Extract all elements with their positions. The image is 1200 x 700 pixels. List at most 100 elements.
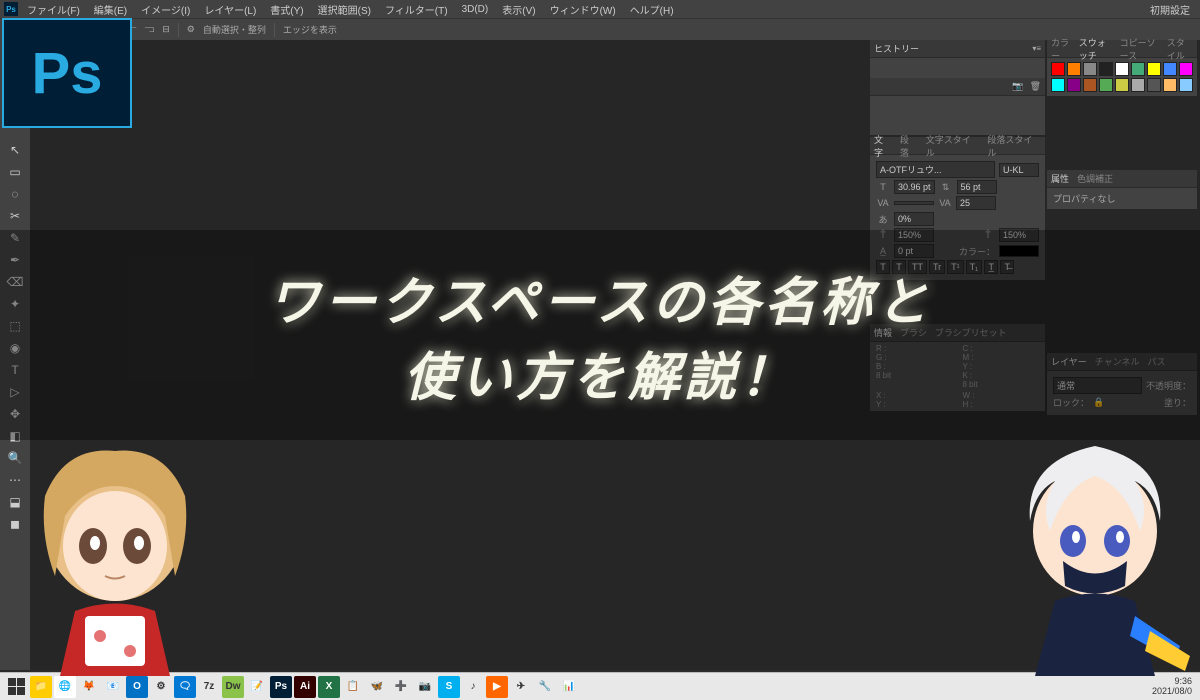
menu-view[interactable]: 表示(V): [497, 2, 540, 17]
menu-file[interactable]: ファイル(F): [22, 2, 85, 17]
menu-type[interactable]: 書式(Y): [265, 2, 308, 17]
camera-icon[interactable]: 📷: [1012, 81, 1023, 92]
tab-character[interactable]: 文字: [874, 133, 892, 159]
opt-edge[interactable]: エッジを表示: [283, 23, 337, 36]
menu-filter[interactable]: フィルター(T): [380, 2, 453, 17]
gear-icon[interactable]: ⚙: [187, 24, 195, 35]
swatch[interactable]: [1115, 78, 1129, 92]
swatch[interactable]: [1147, 62, 1161, 76]
swatch[interactable]: [1179, 62, 1193, 76]
swatch[interactable]: [1179, 78, 1193, 92]
menu-image[interactable]: イメージ(I): [136, 2, 195, 17]
swatch[interactable]: [1163, 62, 1177, 76]
swatch[interactable]: [1131, 78, 1145, 92]
tool-1[interactable]: ▭: [4, 162, 26, 182]
font-size-input[interactable]: 30.96 pt: [894, 180, 935, 194]
taskbar-icon-8[interactable]: Dw: [222, 676, 244, 698]
tool-2[interactable]: ◌: [4, 184, 26, 204]
menu-window[interactable]: ウィンドウ(W): [545, 2, 621, 17]
swatch[interactable]: [1067, 62, 1081, 76]
tracking-input[interactable]: 25: [956, 196, 996, 210]
font-family-select[interactable]: A-OTFリュウ...: [876, 161, 995, 178]
tool-3[interactable]: ✂: [4, 206, 26, 226]
tab-copysrc[interactable]: コピーソース: [1120, 36, 1159, 62]
swatch[interactable]: [1131, 62, 1145, 76]
taskbar-icon-18[interactable]: ♪: [462, 676, 484, 698]
taskbar-icon-12[interactable]: X: [318, 676, 340, 698]
ps-logo-overlay: Ps: [2, 18, 132, 128]
tab-attributes[interactable]: 属性: [1051, 172, 1069, 185]
start-button[interactable]: [4, 676, 28, 698]
swatch[interactable]: [1115, 62, 1129, 76]
taskbar-icon-3[interactable]: 📧: [102, 676, 124, 698]
trash-icon[interactable]: 🗑: [1030, 81, 1041, 92]
tab-charstyle[interactable]: 文字スタイル: [926, 133, 980, 159]
tool-0[interactable]: ↖: [4, 140, 26, 160]
swatch[interactable]: [1163, 78, 1177, 92]
taskbar-clock[interactable]: 9:36 2021/08/0: [1152, 677, 1196, 697]
taskbar-icon-20[interactable]: ✈: [510, 676, 532, 698]
tab-color[interactable]: カラー: [1051, 36, 1071, 62]
baseline-icon: あ: [876, 213, 890, 226]
taskbar-icon-21[interactable]: 🔧: [534, 676, 556, 698]
character-right: [990, 436, 1200, 676]
tab-history[interactable]: ヒストリー: [874, 42, 919, 55]
taskbar-icon-17[interactable]: S: [438, 676, 460, 698]
windows-taskbar: 📁🌐🦊📧O⚙🗨7zDw📝PsAiX📋🦋➕📷S♪▶✈🔧📊 9:36 2021/08…: [0, 672, 1200, 700]
tab-swatches[interactable]: スウォッチ: [1079, 36, 1112, 62]
opt-auto[interactable]: 自動選択・整列: [203, 23, 266, 36]
taskbar-icon-19[interactable]: ▶: [486, 676, 508, 698]
options-bar: マスク シェイプ ⫍ ⫎ ⊟ ⚙ 自動選択・整列 エッジを表示: [0, 18, 1200, 40]
swatch[interactable]: [1083, 78, 1097, 92]
swatch[interactable]: [1051, 78, 1065, 92]
taskbar-icon-14[interactable]: 🦋: [366, 676, 388, 698]
taskbar-icon-1[interactable]: 🌐: [54, 676, 76, 698]
taskbar-icon-22[interactable]: 📊: [558, 676, 580, 698]
menu-3d[interactable]: 3D(D): [457, 4, 494, 15]
taskbar-icon-16[interactable]: 📷: [414, 676, 436, 698]
align-icon[interactable]: ⊟: [162, 24, 170, 35]
attributes-body: プロパティなし: [1047, 188, 1197, 209]
menu-select[interactable]: 選択範囲(S): [313, 2, 376, 17]
menu-edit[interactable]: 編集(E): [89, 2, 132, 17]
overlay-darken: [0, 230, 1200, 440]
swatch[interactable]: [1051, 62, 1065, 76]
swatch[interactable]: [1099, 78, 1113, 92]
kerning-input[interactable]: [894, 201, 934, 205]
swatch[interactable]: [1083, 62, 1097, 76]
taskbar-icon-0[interactable]: 📁: [30, 676, 52, 698]
tab-styles[interactable]: スタイル: [1167, 36, 1193, 62]
baseline-input[interactable]: 0%: [894, 212, 934, 226]
menu-layer[interactable]: レイヤー(L): [199, 2, 261, 17]
taskbar-icon-5[interactable]: ⚙: [150, 676, 172, 698]
taskbar-icon-11[interactable]: Ai: [294, 676, 316, 698]
font-weight-select[interactable]: U-KL: [999, 163, 1039, 177]
workspace-switcher[interactable]: 初期設定: [1144, 2, 1196, 17]
swatch[interactable]: [1099, 62, 1113, 76]
panel-menu-icon[interactable]: ▾≡: [1032, 44, 1041, 53]
swatch[interactable]: [1147, 78, 1161, 92]
taskbar-icon-4[interactable]: O: [126, 676, 148, 698]
taskbar-icon-13[interactable]: 📋: [342, 676, 364, 698]
menu-help[interactable]: ヘルプ(H): [625, 2, 679, 17]
tab-adjustments[interactable]: 色調補正: [1077, 172, 1113, 185]
swatch[interactable]: [1067, 78, 1081, 92]
leading-icon: ⇅: [939, 182, 953, 193]
font-size-icon: T: [876, 182, 890, 192]
taskbar-icon-6[interactable]: 🗨: [174, 676, 196, 698]
tab-parastyle[interactable]: 段落スタイル: [987, 133, 1041, 159]
align-icon[interactable]: ⫎: [145, 24, 155, 35]
windows-logo-icon: [8, 678, 25, 695]
taskbar-icon-9[interactable]: 📝: [246, 676, 268, 698]
kerning-icon: VA: [876, 198, 890, 208]
taskbar-icon-7[interactable]: 7z: [198, 676, 220, 698]
taskbar-icon-10[interactable]: Ps: [270, 676, 292, 698]
taskbar-icon-2[interactable]: 🦊: [78, 676, 100, 698]
app-logo-icon: Ps: [4, 2, 18, 16]
character-left: [10, 436, 220, 676]
menu-bar: Ps ファイル(F) 編集(E) イメージ(I) レイヤー(L) 書式(Y) 選…: [0, 0, 1200, 18]
leading-input[interactable]: 56 pt: [957, 180, 997, 194]
tab-paragraph[interactable]: 段落: [900, 133, 918, 159]
tracking-icon: VA: [938, 198, 952, 208]
taskbar-icon-15[interactable]: ➕: [390, 676, 412, 698]
